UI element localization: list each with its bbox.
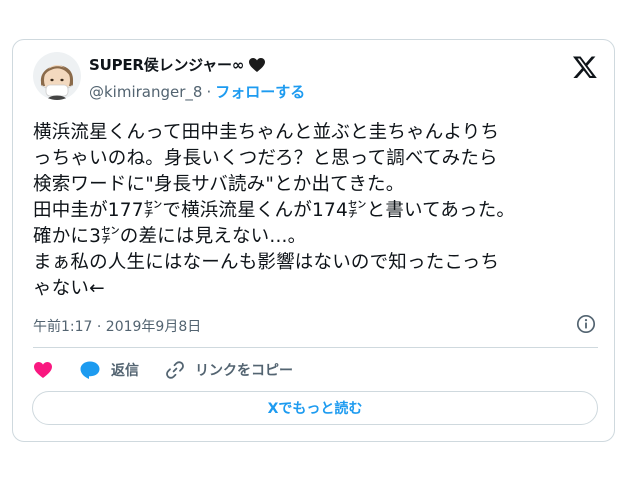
author-name-row[interactable]: SUPER侯レンジャー∞ [89,54,266,75]
avatar-illustration [33,52,81,100]
handle-separator: · [206,82,212,101]
tweet-text: 横浜流星くんって田中圭ちゃんと並ぶと圭ちゃんよりち っちゃいのね。身長いくつだろ… [33,122,516,299]
tweet-timestamp[interactable]: 午前1:17 · 2019年9月8日 [33,316,201,336]
author-handle-row: @kimiranger_8 · フォローする [89,81,305,102]
copy-link-button[interactable]: リンクをコピー [165,360,293,380]
like-button[interactable] [33,361,53,379]
x-logo-icon[interactable] [572,54,598,80]
author-handle[interactable]: @kimiranger_8 [89,83,202,101]
link-icon [166,361,184,379]
follow-button[interactable]: フォローする [215,81,305,102]
read-more-button[interactable]: Xでもっと読む [32,391,598,425]
action-bar: 返信 リンクをコピー [33,358,319,382]
copy-link-label: リンクをコピー [195,363,293,379]
reply-button[interactable]: 返信 [79,360,139,380]
reply-label: 返信 [111,363,139,379]
avatar[interactable] [33,52,81,100]
divider [33,347,598,348]
tweet-card: SUPER侯レンジャー∞ @kimiranger_8 · フォローする 横浜流星… [12,39,615,442]
reply-bubble-icon [80,361,100,379]
heart-icon [34,362,52,378]
author-display-name[interactable]: SUPER侯レンジャー∞ [89,54,244,75]
black-heart-icon [249,57,266,72]
info-icon[interactable] [576,314,596,334]
